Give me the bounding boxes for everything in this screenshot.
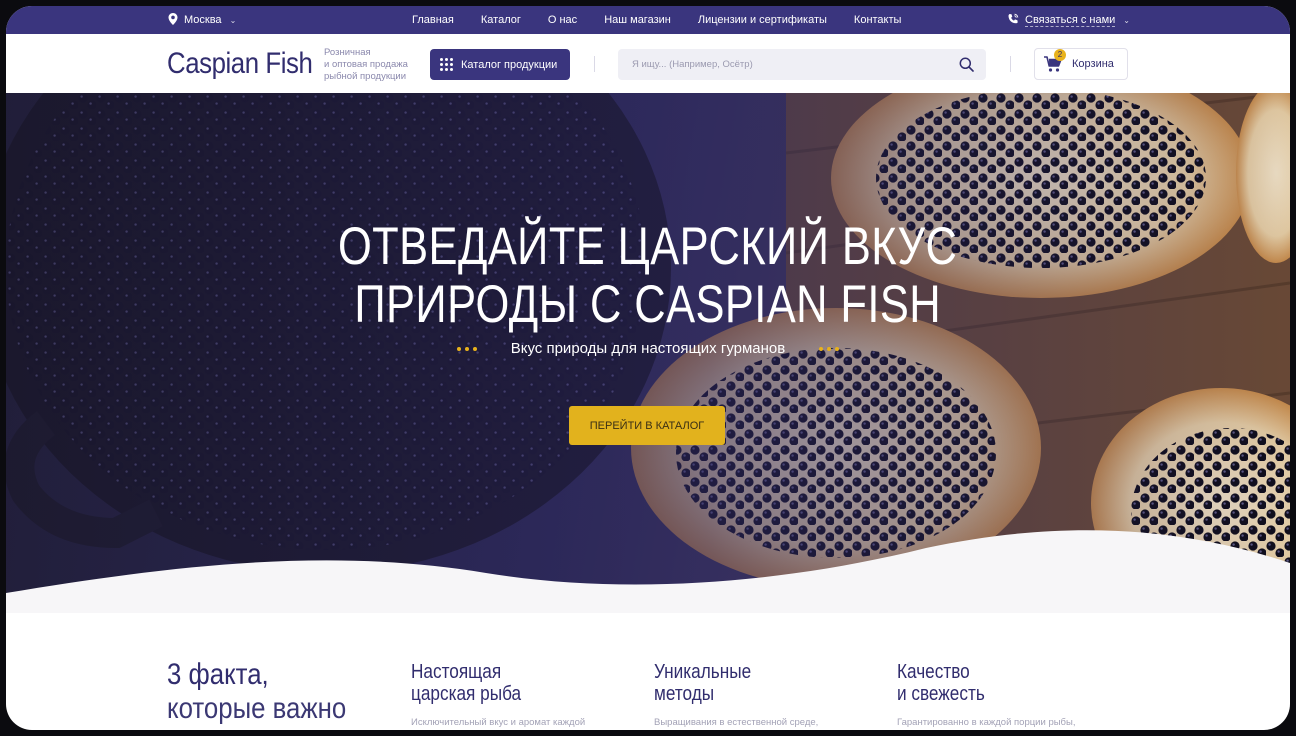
city-selector[interactable]: Москва ⌄ bbox=[168, 6, 236, 34]
nav-contacts[interactable]: Контакты bbox=[854, 14, 902, 26]
hero-banner: Отведайте царский вкус природы с Caspian… bbox=[6, 93, 1290, 613]
top-navigation: Главная Каталог О нас Наш магазин Лиценз… bbox=[412, 6, 928, 34]
fact-title: Качество и свежесть bbox=[897, 661, 985, 705]
hero-title-line: Отведайте царский вкус bbox=[338, 217, 958, 276]
cart-button[interactable]: 2 Корзина bbox=[1034, 48, 1128, 80]
search-box bbox=[618, 49, 986, 80]
chevron-down-icon: ⌄ bbox=[1123, 15, 1130, 25]
cart-icon: 2 bbox=[1043, 49, 1066, 73]
fact-text: Выращивания в естественной среде, что пр… bbox=[654, 717, 819, 730]
go-to-catalog-button[interactable]: Перейти в каталог bbox=[569, 406, 725, 445]
contact-label: Связаться с нами bbox=[1025, 13, 1116, 27]
hero-title-line: природы с Caspian Fish bbox=[354, 275, 942, 334]
fact-title: Настоящая царская рыба bbox=[411, 661, 522, 705]
phone-icon bbox=[1007, 13, 1019, 28]
tagline-line: и оптовая продажа bbox=[324, 59, 408, 70]
search-icon[interactable] bbox=[959, 57, 974, 77]
browser-viewport: Москва ⌄ Главная Каталог О нас Наш магаз… bbox=[6, 6, 1290, 730]
divider bbox=[1010, 56, 1011, 72]
location-pin-icon bbox=[168, 12, 178, 28]
decorative-dots-icon bbox=[819, 346, 840, 351]
divider bbox=[594, 56, 595, 72]
catalog-button[interactable]: Каталог продукции bbox=[430, 49, 570, 80]
grid-menu-icon bbox=[440, 58, 453, 71]
nav-licenses[interactable]: Лицензии и сертификаты bbox=[698, 14, 827, 26]
tagline-line: Розничная bbox=[324, 47, 371, 58]
tagline-line: рыбной продукции bbox=[324, 71, 407, 82]
chevron-down-icon: ⌄ bbox=[229, 15, 237, 25]
fact-text: Исключительный вкус и аромат каждой порц… bbox=[411, 717, 586, 730]
cart-count-badge: 2 bbox=[1054, 49, 1066, 61]
search-input[interactable] bbox=[618, 49, 948, 80]
nav-about[interactable]: О нас bbox=[548, 14, 577, 26]
facts-title: 3 факта, которые важно bbox=[167, 658, 346, 726]
facts-section: 3 факта, которые важно Настоящая царская … bbox=[6, 566, 1290, 730]
nav-home[interactable]: Главная bbox=[412, 14, 454, 26]
city-label: Москва bbox=[184, 14, 222, 26]
site-logo[interactable]: Caspian Fish bbox=[167, 47, 313, 81]
cart-label: Корзина bbox=[1072, 58, 1114, 70]
logo-tagline: Розничная и оптовая продажа рыбной проду… bbox=[324, 47, 424, 83]
decorative-dots-icon bbox=[456, 346, 477, 351]
fact-card: Настоящая царская рыба Исключительный вку… bbox=[411, 661, 591, 730]
site-header: Caspian Fish Розничная и оптовая продажа… bbox=[6, 34, 1290, 93]
fact-title: Уникальные методы bbox=[654, 661, 752, 705]
nav-store[interactable]: Наш магазин bbox=[604, 14, 671, 26]
fact-card: Уникальные методы Выращивания в естествен… bbox=[654, 661, 834, 730]
fact-text: Гарантированно в каждой порции рыбы, пос… bbox=[897, 717, 1076, 730]
nav-catalog[interactable]: Каталог bbox=[481, 14, 521, 26]
facts-title-line: которые важно bbox=[167, 692, 347, 725]
top-bar: Москва ⌄ Главная Каталог О нас Наш магаз… bbox=[6, 6, 1290, 34]
facts-title-line: 3 факта, bbox=[167, 658, 269, 691]
hero-subtitle: Вкус природы для настоящих гурманов bbox=[6, 340, 1290, 357]
hero-title: Отведайте царский вкус природы с Caspian… bbox=[6, 218, 1290, 334]
contact-dropdown[interactable]: Связаться с нами ⌄ bbox=[1007, 6, 1130, 34]
fact-card: Качество и свежесть Гарантированно в кажд… bbox=[897, 661, 1077, 730]
hero-subtitle-text: Вкус природы для настоящих гурманов bbox=[510, 340, 786, 357]
catalog-button-label: Каталог продукции bbox=[461, 58, 558, 71]
